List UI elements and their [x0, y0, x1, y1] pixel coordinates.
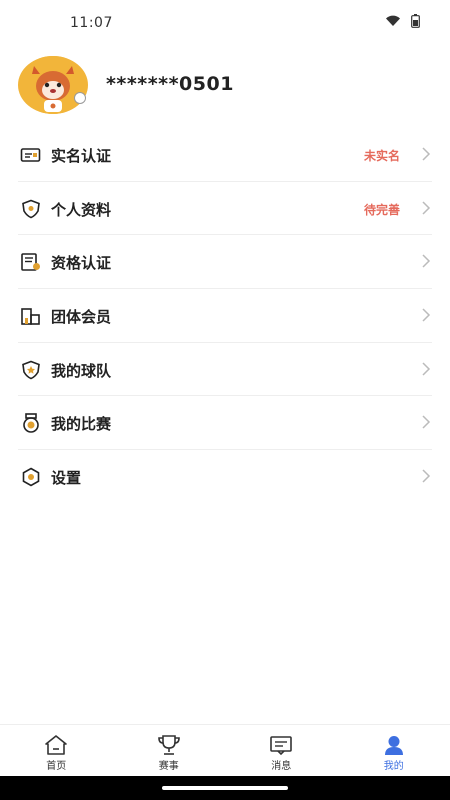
chevron-right-icon — [422, 254, 431, 268]
trophy-icon — [157, 735, 180, 755]
menu-label: 团体会员 — [51, 308, 112, 327]
home-icon — [45, 735, 68, 755]
avatar[interactable] — [18, 56, 88, 114]
menu-item-settings[interactable]: 设置 — [18, 450, 432, 504]
message-icon — [270, 736, 293, 756]
menu-label: 个人资料 — [51, 200, 112, 219]
menu-item-profile[interactable]: 个人资料 待完善 — [18, 182, 432, 236]
tab-messages[interactable]: 消息 — [225, 725, 338, 776]
chevron-right-icon — [422, 415, 431, 429]
menu-label: 设置 — [51, 469, 82, 488]
tab-label: 我的 — [383, 761, 404, 772]
menu-item-real-name[interactable]: 实名认证 未实名 — [18, 128, 432, 182]
bottom-tab-bar: 首页 赛事 消息 我的 — [0, 724, 450, 776]
tab-label: 赛事 — [158, 761, 179, 772]
menu-label: 我的比赛 — [51, 415, 112, 434]
battery-icon — [411, 14, 420, 28]
tab-mine[interactable]: 我的 — [338, 725, 450, 776]
id-card-icon — [20, 148, 41, 162]
profile-menu: 实名认证 未实名 个人资料 待完善 资格认证 团体会员 我的球队 我的比赛 设置 — [0, 128, 450, 504]
tab-label: 首页 — [46, 761, 67, 772]
menu-item-my-match[interactable]: 我的比赛 — [18, 396, 432, 451]
masked-phone-number: *******0501 — [106, 73, 234, 95]
shield-icon — [22, 199, 40, 219]
user-icon — [384, 736, 403, 755]
settings-icon — [22, 467, 40, 487]
tab-home[interactable]: 首页 — [0, 725, 113, 776]
menu-label: 资格认证 — [51, 254, 112, 273]
profile-header[interactable]: *******0501 — [0, 56, 450, 116]
system-home-bar — [0, 776, 450, 800]
tab-events[interactable]: 赛事 — [113, 725, 226, 776]
menu-label: 实名认证 — [51, 147, 112, 165]
menu-item-my-team[interactable]: 我的球队 — [18, 343, 432, 397]
team-shield-icon — [22, 360, 40, 380]
building-icon — [21, 308, 40, 325]
certificate-icon — [21, 253, 40, 272]
tab-label: 消息 — [271, 761, 292, 772]
chevron-right-icon — [422, 308, 431, 322]
status-time: 11:07 — [70, 15, 113, 31]
status-icons — [385, 14, 420, 28]
chevron-right-icon — [422, 201, 431, 215]
status-badge: 未实名 — [363, 149, 400, 163]
wifi-icon — [386, 15, 400, 26]
soccer-ball-icon — [74, 92, 86, 104]
menu-item-group-member[interactable]: 团体会员 — [18, 289, 432, 343]
home-indicator[interactable] — [162, 786, 288, 790]
chevron-right-icon — [422, 362, 431, 376]
menu-label: 我的球队 — [51, 361, 112, 380]
menu-item-qualification[interactable]: 资格认证 — [18, 235, 432, 290]
mascot-avatar-icon — [23, 56, 83, 114]
chevron-right-icon — [422, 147, 431, 161]
medal-icon — [23, 413, 39, 434]
chevron-right-icon — [422, 469, 431, 483]
status-badge: 待完善 — [363, 202, 400, 217]
status-bar: 11:07 — [0, 0, 450, 46]
